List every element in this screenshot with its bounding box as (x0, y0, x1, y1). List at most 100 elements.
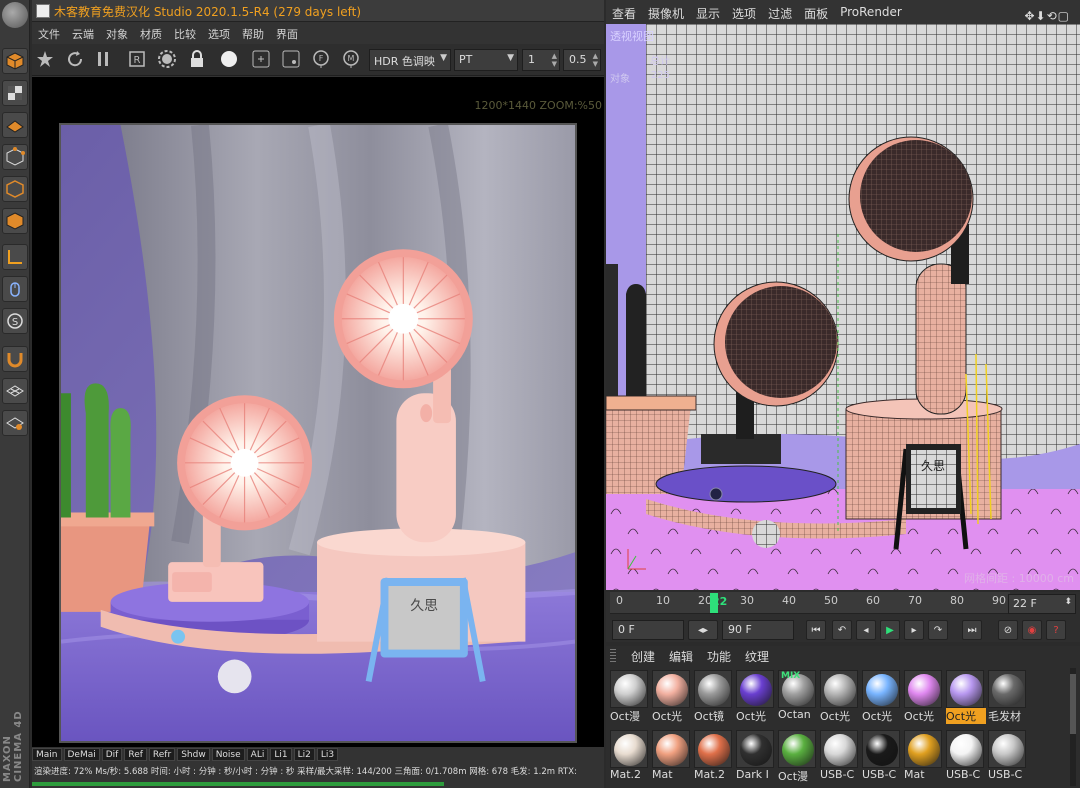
checker-texture-icon[interactable] (2, 80, 28, 106)
pass-tab[interactable]: Noise (211, 748, 245, 761)
menu-panel[interactable]: 面板 (798, 0, 834, 24)
range-slider-handle[interactable]: ◂▸ (688, 620, 718, 640)
material-swatch[interactable]: 毛发材 (988, 670, 1028, 723)
material-swatch[interactable]: Oct光 (862, 670, 902, 723)
prev-key-icon[interactable]: ↶ (832, 620, 852, 640)
material-swatch[interactable]: Oct光 (946, 670, 986, 724)
workplane-lock-icon[interactable] (2, 378, 28, 404)
next-key-icon[interactable]: ↷ (928, 620, 948, 640)
menu-display[interactable]: 显示 (690, 0, 726, 24)
step-forward-icon[interactable]: ▸ (904, 620, 924, 640)
pass-tab[interactable]: ALi (246, 748, 269, 761)
material-swatch[interactable]: Mat (652, 730, 692, 782)
go-to-start-icon[interactable]: ⏮ (806, 620, 826, 640)
axis-tool-icon[interactable] (2, 244, 28, 270)
material-swatch[interactable]: Dark I (736, 730, 776, 782)
preview-value-field[interactable]: 1 ▲ ▼ (522, 49, 560, 71)
menu-create[interactable]: 创建 (624, 648, 662, 665)
lock-icon[interactable] (186, 48, 208, 70)
magnet-icon[interactable] (2, 346, 28, 372)
spinner-arrows-icon[interactable]: ▲ ▼ (552, 52, 557, 68)
menu-view[interactable]: 查看 (606, 0, 642, 24)
menu-file[interactable]: 文件 (32, 24, 66, 42)
material-swatch[interactable]: Mat (904, 730, 944, 782)
octane-logo-icon[interactable] (34, 48, 56, 70)
exposure-value-field[interactable]: 0.5 ▲ ▼ (563, 49, 601, 71)
material-swatch[interactable]: Mat.2 (610, 730, 650, 782)
panel-grip-icon[interactable] (610, 649, 616, 663)
mouse-tweak-icon[interactable] (2, 276, 28, 302)
material-swatch[interactable]: USB-C (820, 730, 860, 782)
menu-interface[interactable]: 界面 (270, 24, 304, 42)
material-swatch[interactable]: Mat.2 (694, 730, 734, 782)
menu-edit[interactable]: 编辑 (662, 648, 700, 665)
menu-texture[interactable]: 纹理 (738, 648, 776, 665)
tonemap-select[interactable]: HDR 色调映 ▼ (369, 49, 451, 71)
pass-tab[interactable]: Refr (148, 748, 176, 761)
menu-filter[interactable]: 过滤 (762, 0, 798, 24)
material-swatch[interactable]: Oct漫 (610, 670, 650, 723)
go-to-end-icon[interactable]: ⏭ (962, 620, 982, 640)
spinner-arrows-icon[interactable]: ⬍ (1064, 597, 1072, 607)
material-swatch[interactable]: USB-C (862, 730, 902, 782)
menu-cloud[interactable]: 云端 (66, 24, 100, 42)
region-render-icon[interactable]: R (126, 48, 148, 70)
kernel-select[interactable]: PT ▼ (454, 49, 518, 71)
material-swatch[interactable]: MIX Octan (778, 670, 818, 722)
menu-compare[interactable]: 比较 (168, 24, 202, 42)
menu-options[interactable]: 选项 (202, 24, 236, 42)
snap-s-icon[interactable]: S (2, 308, 28, 334)
pass-tab[interactable]: DeMai (63, 748, 100, 761)
material-swatch[interactable]: USB-C (988, 730, 1028, 782)
polygon-mode-icon[interactable] (2, 112, 28, 138)
play-icon[interactable]: ▶ (880, 620, 900, 640)
settings-gear-icon[interactable] (156, 48, 178, 70)
scrollbar-thumb[interactable] (1070, 674, 1076, 734)
cube-object-icon[interactable] (2, 48, 28, 74)
material-sphere-icon[interactable] (218, 48, 240, 70)
timeline-ruler[interactable]: 0 10 20 30 40 50 60 70 80 90 22 (610, 592, 1010, 614)
viewport-canvas[interactable]: 久思 透视视图 总计 对象 225 网格间距 : 10000 cm (606, 24, 1080, 590)
render-canvas[interactable]: 1200*1440 ZOOM:%50 久思 (32, 77, 604, 747)
material-swatch[interactable]: Oct光 (736, 670, 776, 723)
edge-mode-icon[interactable] (2, 176, 28, 202)
pause-icon[interactable] (92, 48, 114, 70)
step-back-icon[interactable]: ◂ (856, 620, 876, 640)
pass-tab[interactable]: Li1 (270, 748, 292, 761)
material-pick-icon[interactable]: M (340, 48, 362, 70)
current-frame-field[interactable]: 22 F ⬍ (1008, 594, 1076, 614)
material-swatch[interactable]: Oct漫 (778, 730, 818, 783)
pass-tab[interactable]: Dif (101, 748, 123, 761)
menu-options[interactable]: 选项 (726, 0, 762, 24)
refresh-icon[interactable] (64, 48, 86, 70)
viewport-navigation-icons[interactable]: ✥⬇⟲▢ (1018, 4, 1076, 23)
menu-cameras[interactable]: 摄像机 (642, 0, 690, 24)
material-scrollbar[interactable] (1070, 668, 1076, 786)
focus-pick-icon[interactable]: F (310, 48, 332, 70)
material-swatch[interactable]: Oct镜 (694, 670, 734, 723)
keyframe-help-icon[interactable]: ? (1046, 620, 1066, 640)
model-mode-icon[interactable] (2, 208, 28, 234)
pass-tab[interactable]: Shdw (177, 748, 210, 761)
material-swatch[interactable]: Oct光 (820, 670, 860, 723)
menu-prorender[interactable]: ProRender (834, 0, 908, 24)
add-camera-icon[interactable] (250, 48, 272, 70)
menu-help[interactable]: 帮助 (236, 24, 270, 42)
record-disabled-icon[interactable]: ⊘ (998, 620, 1018, 640)
start-frame-field[interactable]: 0 F (612, 620, 684, 640)
material-swatch[interactable]: USB-C (946, 730, 986, 782)
material-swatch[interactable]: Oct光 (904, 670, 944, 723)
material-swatch[interactable]: Oct光 (652, 670, 692, 723)
menu-objects[interactable]: 对象 (100, 24, 134, 42)
workplane-snap-icon[interactable] (2, 410, 28, 436)
menu-materials[interactable]: 材质 (134, 24, 168, 42)
pass-tab[interactable]: Main (32, 748, 62, 761)
autokey-record-icon[interactable]: ◉ (1022, 620, 1042, 640)
add-light-icon[interactable] (280, 48, 302, 70)
pass-tab[interactable]: Li3 (316, 748, 339, 761)
point-mode-icon[interactable] (2, 144, 28, 170)
pass-tab[interactable]: Ref (124, 748, 147, 761)
pass-tab[interactable]: Li2 (293, 748, 315, 761)
spinner-arrows-icon[interactable]: ▲ ▼ (593, 52, 598, 68)
end-frame-field[interactable]: 90 F (722, 620, 794, 640)
